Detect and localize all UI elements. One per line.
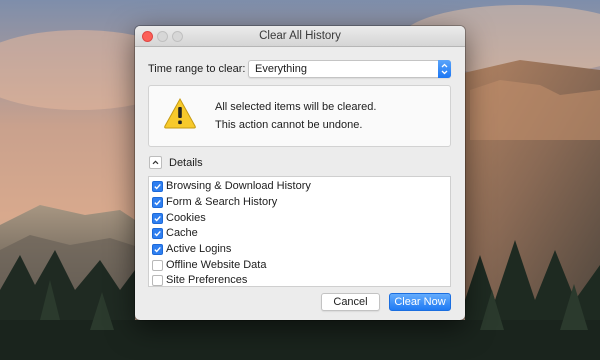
item-label: Form & Search History — [166, 196, 278, 208]
details-label: Details — [169, 157, 203, 169]
item-label: Cache — [166, 227, 198, 239]
checkmark-icon — [154, 246, 161, 253]
list-item[interactable]: Cookies — [149, 211, 450, 226]
list-item[interactable]: Browsing & Download History — [149, 179, 450, 194]
item-checkbox[interactable] — [152, 275, 163, 286]
item-checkbox[interactable] — [152, 213, 163, 224]
item-checkbox[interactable] — [152, 197, 163, 208]
cancel-button[interactable]: Cancel — [321, 293, 380, 311]
details-toggle-button[interactable] — [149, 156, 162, 169]
clear-history-dialog: Clear All History Time range to clear: E… — [135, 26, 465, 320]
chevron-up-icon — [152, 160, 159, 165]
time-range-label: Time range to clear: — [148, 63, 246, 75]
checkmark-icon — [154, 215, 161, 222]
list-item[interactable]: Offline Website Data — [149, 258, 450, 273]
item-checkbox[interactable] — [152, 260, 163, 271]
chevron-updown-icon — [438, 60, 451, 78]
title-bar: Clear All History — [135, 26, 465, 47]
item-label: Active Logins — [166, 243, 232, 255]
list-item[interactable]: Active Logins — [149, 242, 450, 257]
item-checkbox[interactable] — [152, 244, 163, 255]
item-label: Cookies — [166, 212, 206, 224]
checkmark-icon — [154, 183, 161, 190]
checkmark-icon — [154, 230, 161, 237]
warning-box: All selected items will be cleared. This… — [148, 85, 451, 147]
time-range-select[interactable]: Everything — [248, 60, 451, 78]
dialog-title: Clear All History — [259, 30, 341, 42]
time-range-value: Everything — [255, 63, 307, 75]
item-label: Offline Website Data — [166, 259, 267, 271]
list-item[interactable]: Site Preferences — [149, 273, 450, 288]
clear-now-button[interactable]: Clear Now — [389, 293, 451, 311]
warning-text-line2: This action cannot be undone. — [215, 119, 363, 131]
warning-text-line1: All selected items will be cleared. — [215, 101, 377, 113]
checkmark-icon — [154, 199, 161, 206]
history-items-list: Browsing & Download History Form & Searc… — [148, 176, 451, 287]
item-label: Browsing & Download History — [166, 180, 311, 192]
list-item[interactable]: Form & Search History — [149, 195, 450, 210]
warning-icon — [164, 97, 196, 129]
item-checkbox[interactable] — [152, 181, 163, 192]
item-checkbox[interactable] — [152, 228, 163, 239]
list-item[interactable]: Cache — [149, 226, 450, 241]
item-label: Site Preferences — [166, 274, 248, 286]
